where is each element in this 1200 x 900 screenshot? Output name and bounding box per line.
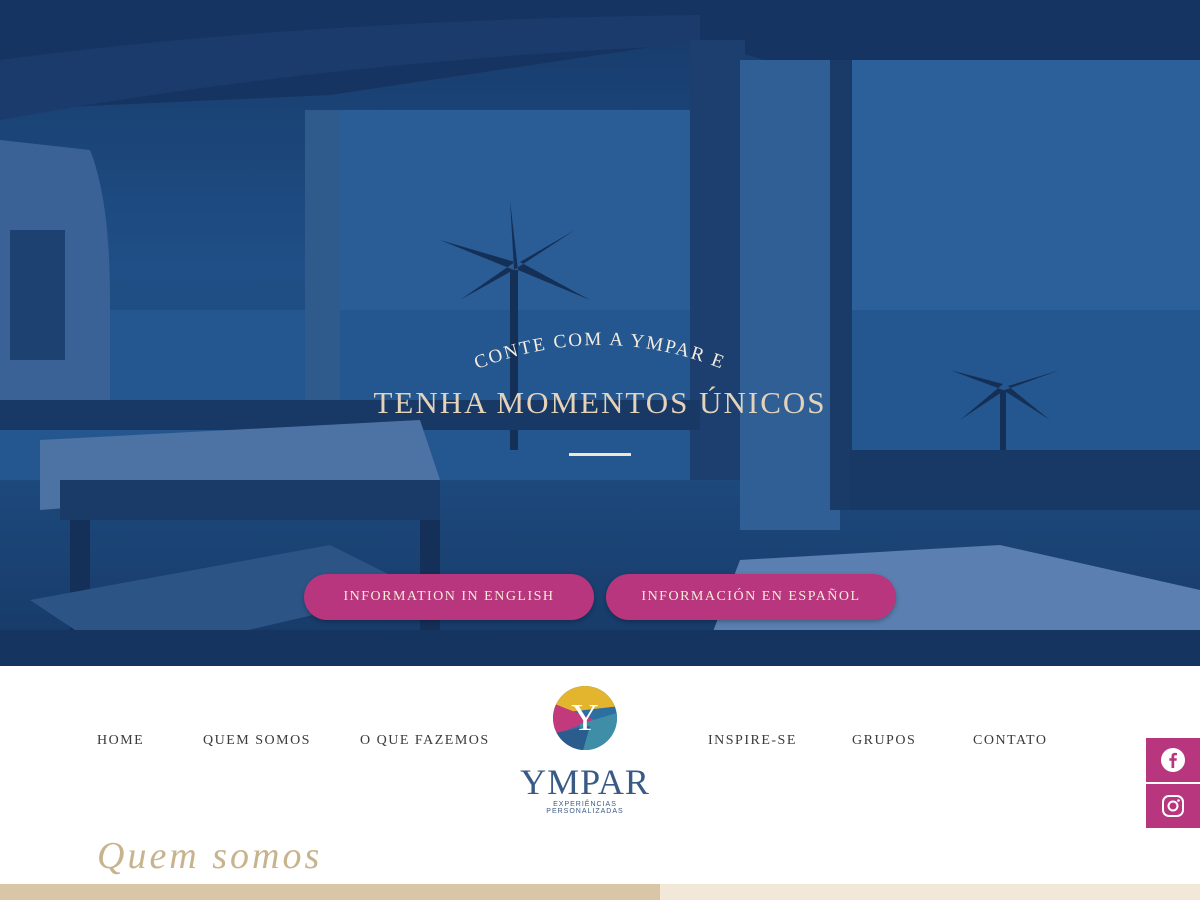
section-band-left	[0, 884, 660, 900]
logo-wordmark: YMPAR	[520, 762, 650, 802]
english-info-button[interactable]: INFORMATION IN ENGLISH	[304, 574, 594, 620]
nav-item-quem-somos[interactable]: QUEM SOMOS	[203, 733, 311, 749]
section-title-quem-somos: Quem somos	[97, 835, 323, 877]
nav-item-grupos[interactable]: GRUPOS	[852, 733, 916, 749]
svg-text:CONTE COM A YMPAR E: CONTE COM A YMPAR E	[471, 329, 728, 374]
svg-text:Y: Y	[571, 697, 598, 739]
nav-item-home[interactable]: HOME	[97, 733, 144, 749]
section-band-right	[660, 884, 1200, 900]
facebook-button[interactable]	[1146, 738, 1200, 782]
logo-tagline: EXPERIÊNCIAS PERSONALIZADAS	[546, 801, 624, 815]
hero-kicker: CONTE COM A YMPAR E	[471, 329, 728, 374]
main-navigation: HOME QUEM SOMOS O QUE FAZEMOS Y YMPAR EX…	[0, 666, 1200, 816]
spanish-info-button[interactable]: INFORMACIÓN EN ESPAÑOL	[606, 574, 896, 620]
nav-item-o-que-fazemos[interactable]: O QUE FAZEMOS	[360, 733, 490, 749]
hero-divider	[569, 453, 631, 456]
nav-item-contato[interactable]: CONTATO	[973, 733, 1047, 749]
instagram-icon	[1162, 795, 1184, 817]
hero-headline: TENHA MOMENTOS ÚNICOS	[373, 385, 827, 420]
nav-item-inspire-se[interactable]: INSPIRE-SE	[708, 733, 797, 749]
ympar-logo[interactable]: Y YMPAR EXPERIÊNCIAS PERSONALIZADAS	[520, 684, 650, 815]
facebook-icon	[1161, 748, 1185, 772]
hero-banner: CONTE COM A YMPAR E TENHA MOMENTOS ÚNICO…	[0, 0, 1200, 666]
logo-emblem-icon: Y	[553, 686, 617, 750]
instagram-button[interactable]	[1146, 784, 1200, 828]
